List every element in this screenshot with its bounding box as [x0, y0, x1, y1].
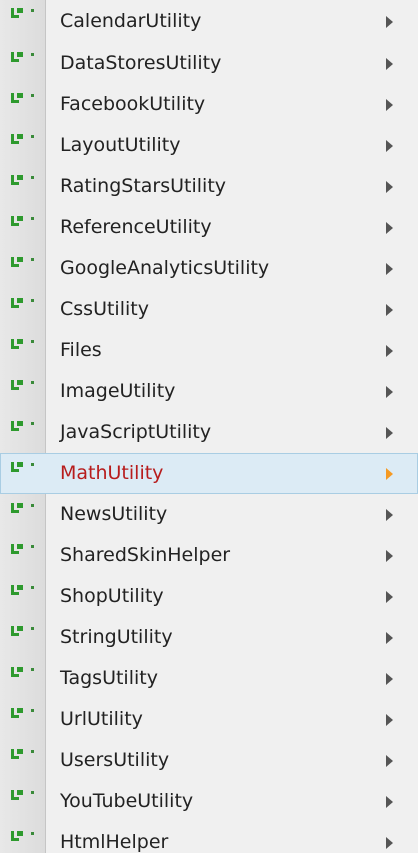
menu-item-label: YouTubeUtility [60, 790, 194, 812]
submenu-arrow-icon [386, 427, 393, 439]
submenu-arrow-icon [386, 632, 393, 644]
menu-item[interactable]: RatingStarsUtility [0, 166, 418, 207]
menu-item[interactable]: UsersUtility [0, 740, 418, 781]
submenu-arrow-icon [386, 755, 393, 767]
class-icon [9, 829, 37, 845]
class-icon [9, 378, 37, 394]
class-icon [9, 460, 37, 476]
menu-item-label: GoogleAnalyticsUtility [60, 257, 270, 279]
class-icon [9, 419, 37, 435]
class-icon [9, 214, 37, 230]
submenu-arrow-icon [386, 16, 393, 28]
menu-item-label: LayoutUtility [60, 134, 181, 156]
class-icon [9, 296, 37, 312]
menu-item-label: SharedSkinHelper [60, 544, 231, 566]
class-icon [9, 91, 37, 107]
menu-item-label: UsersUtility [60, 749, 170, 771]
menu-item-label: RatingStarsUtility [60, 175, 227, 197]
menu-item-label: DataStoresUtility [60, 52, 222, 74]
submenu-arrow-icon [386, 181, 393, 193]
menu-item[interactable]: ShopUtility [0, 576, 418, 617]
menu-item[interactable]: JavaScriptUtility [0, 412, 418, 453]
submenu-arrow-icon [386, 58, 393, 70]
menu-item[interactable]: CssUtility [0, 289, 418, 330]
menu-item-label: FacebookUtility [60, 93, 206, 115]
submenu-arrow-icon [386, 509, 393, 521]
submenu-arrow-icon [386, 837, 393, 849]
class-icon [9, 788, 37, 804]
class-icon [9, 6, 37, 22]
menu-item-label: MathUtility [60, 462, 164, 484]
menu-item-label: ShopUtility [60, 585, 164, 607]
menu-item[interactable]: GoogleAnalyticsUtility [0, 248, 418, 289]
menu-item[interactable]: UrlUtility [0, 699, 418, 740]
menu-item[interactable]: MathUtility [0, 453, 418, 494]
menu-item[interactable]: NewsUtility [0, 494, 418, 535]
menu-item[interactable]: FacebookUtility [0, 84, 418, 125]
class-icon [9, 706, 37, 722]
submenu-arrow-icon [386, 714, 393, 726]
menu-item[interactable]: YouTubeUtility [0, 781, 418, 822]
class-icon [9, 50, 37, 66]
menu-item[interactable]: SharedSkinHelper [0, 535, 418, 576]
class-icon [9, 173, 37, 189]
menu-item-label: ImageUtility [60, 380, 176, 402]
menu-item-label: CssUtility [60, 298, 149, 320]
class-icon [9, 132, 37, 148]
class-icon [9, 501, 37, 517]
submenu-arrow-icon [386, 386, 393, 398]
menu-item-label: Files [60, 339, 102, 361]
submenu-arrow-icon [386, 468, 393, 480]
class-icon [9, 542, 37, 558]
class-icon [9, 255, 37, 271]
menu-item-label: NewsUtility [60, 503, 168, 525]
menu-item[interactable]: TagsUtility [0, 658, 418, 699]
menu-item-label: CalendarUtility [60, 10, 202, 32]
menu-item-label: UrlUtility [60, 708, 143, 730]
class-icon [9, 624, 37, 640]
class-icon [9, 747, 37, 763]
submenu-arrow-icon [386, 591, 393, 603]
submenu-arrow-icon [386, 345, 393, 357]
class-icon [9, 665, 37, 681]
menu-item[interactable]: StringUtility [0, 617, 418, 658]
menu-item-label: JavaScriptUtility [60, 421, 212, 443]
submenu-arrow-icon [386, 673, 393, 685]
menu-item[interactable]: Files [0, 330, 418, 371]
menu-item-label: TagsUtility [60, 667, 158, 689]
submenu-arrow-icon [386, 550, 393, 562]
menu-item-label: StringUtility [60, 626, 173, 648]
submenu-arrow-icon [386, 304, 393, 316]
context-menu: CalendarUtility DataStoresUtility Facebook… [0, 0, 418, 853]
class-icon [9, 337, 37, 353]
menu-item[interactable]: ReferenceUtility [0, 207, 418, 248]
submenu-arrow-icon [386, 263, 393, 275]
menu-item[interactable]: CalendarUtility [0, 0, 418, 43]
class-icon [9, 583, 37, 599]
menu-item-label: HtmlHelper [60, 831, 169, 853]
menu-list: CalendarUtility DataStoresUtility Facebook… [0, 0, 418, 853]
submenu-arrow-icon [386, 140, 393, 152]
submenu-arrow-icon [386, 99, 393, 111]
submenu-arrow-icon [386, 796, 393, 808]
menu-item[interactable]: DataStoresUtility [0, 43, 418, 84]
menu-item[interactable]: LayoutUtility [0, 125, 418, 166]
submenu-arrow-icon [386, 222, 393, 234]
menu-item[interactable]: HtmlHelper [0, 822, 418, 853]
menu-item-label: ReferenceUtility [60, 216, 212, 238]
menu-item[interactable]: ImageUtility [0, 371, 418, 412]
